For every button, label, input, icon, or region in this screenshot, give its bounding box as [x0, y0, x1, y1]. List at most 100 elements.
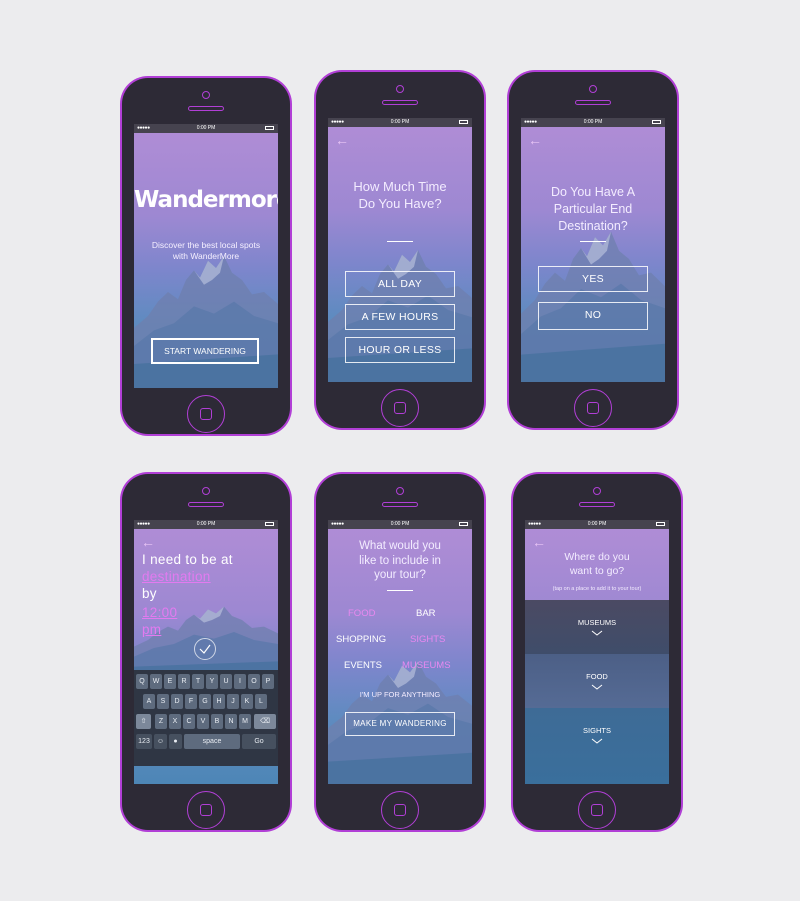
divider [387, 241, 413, 242]
home-button[interactable] [381, 791, 419, 829]
key-num[interactable]: 123 [136, 734, 152, 749]
confirm-check-icon[interactable] [194, 638, 216, 660]
time-field[interactable]: 12:00 pm [142, 604, 200, 638]
key-c[interactable]: C [183, 714, 195, 729]
home-button[interactable] [574, 389, 612, 427]
key-x[interactable]: X [169, 714, 181, 729]
tag-events[interactable]: EVENTS [344, 660, 382, 671]
destination-field[interactable]: destination [142, 569, 211, 584]
key-e[interactable]: E [164, 674, 176, 689]
key-t[interactable]: T [192, 674, 204, 689]
key-m[interactable]: M [239, 714, 251, 729]
place-food[interactable]: FOOD [525, 654, 669, 708]
microphone-key-icon[interactable]: ● [169, 734, 182, 749]
speaker [188, 502, 224, 507]
key-z[interactable]: Z [155, 714, 167, 729]
camera [396, 487, 404, 495]
delete-key-icon[interactable]: ⌫ [254, 714, 276, 729]
key-space[interactable]: space [184, 734, 240, 749]
camera [202, 91, 210, 99]
key-h[interactable]: H [213, 694, 225, 709]
key-go[interactable]: Go [242, 734, 276, 749]
phone-time: ●●●●● 0:00 PM ← How Much Time Do You Have… [316, 72, 484, 428]
tag-sights[interactable]: SIGHTS [410, 634, 445, 645]
key-f[interactable]: F [185, 694, 197, 709]
mountain-background [134, 256, 278, 388]
place-museums[interactable]: MUSEUMS [525, 600, 669, 654]
key-b[interactable]: B [211, 714, 223, 729]
key-j[interactable]: J [227, 694, 239, 709]
phone-destination: ●●●●● 0:00 PM ← Do You Have A Particular … [509, 72, 677, 428]
option-hour-or-less[interactable]: HOUR OR LESS [345, 337, 455, 363]
key-i[interactable]: I [234, 674, 246, 689]
start-wandering-button[interactable]: START WANDERING [151, 338, 259, 364]
key-g[interactable]: G [199, 694, 211, 709]
key-l[interactable]: L [255, 694, 267, 709]
question-title: How Much Time Do You Have? [353, 179, 447, 211]
phone-welcome: ●●●●● 0:00 PM Wandermore Discover the bes… [122, 78, 290, 434]
key-w[interactable]: W [150, 674, 162, 689]
option-few-hours[interactable]: A FEW HOURS [345, 304, 455, 330]
phone-places: ●●●●● 0:00 PM ← Where do you want to go? … [513, 474, 681, 830]
key-q[interactable]: Q [136, 674, 148, 689]
back-arrow-icon[interactable]: ← [532, 535, 546, 549]
shift-key-icon[interactable]: ⇧ [136, 714, 151, 729]
question-title: Do You Have A Particular End Destination… [550, 185, 636, 233]
status-bar: ●●●●● 0:00 PM [134, 520, 278, 529]
tagline: Discover the best local spots with Wande… [151, 240, 261, 261]
status-bar: ●●●●● 0:00 PM [521, 118, 665, 127]
back-arrow-icon[interactable]: ← [528, 133, 542, 147]
option-no[interactable]: NO [538, 302, 648, 330]
key-s[interactable]: S [157, 694, 169, 709]
key-a[interactable]: A [143, 694, 155, 709]
app-logo: Wandermore [134, 187, 278, 213]
tag-shopping[interactable]: SHOPPING [336, 634, 386, 645]
question-title: Where do you want to go? [564, 551, 630, 577]
key-y[interactable]: Y [206, 674, 218, 689]
key-n[interactable]: N [225, 714, 237, 729]
camera [396, 85, 404, 93]
back-arrow-icon[interactable]: ← [335, 133, 349, 147]
speaker [382, 100, 418, 105]
mountain-background [521, 231, 665, 382]
key-p[interactable]: P [262, 674, 274, 689]
tag-food[interactable]: FOOD [348, 608, 375, 619]
key-v[interactable]: V [197, 714, 209, 729]
status-time: 0:00 PM [196, 125, 216, 131]
chevron-down-icon [591, 630, 603, 636]
home-button[interactable] [578, 791, 616, 829]
divider [580, 241, 606, 242]
welcome-screen: ●●●●● 0:00 PM Wandermore Discover the bes… [134, 124, 278, 388]
home-button[interactable] [187, 791, 225, 829]
status-time: 0:00 PM [390, 521, 410, 527]
home-button[interactable] [187, 395, 225, 433]
status-time: 0:00 PM [196, 521, 216, 527]
option-all-day[interactable]: ALL DAY [345, 271, 455, 297]
key-u[interactable]: U [220, 674, 232, 689]
status-time: 0:00 PM [390, 119, 410, 125]
home-button[interactable] [381, 389, 419, 427]
place-label: FOOD [586, 672, 608, 681]
time-screen: ●●●●● 0:00 PM ← How Much Time Do You Have… [328, 118, 472, 382]
key-k[interactable]: K [241, 694, 253, 709]
key-d[interactable]: D [171, 694, 183, 709]
arrival-by: by [142, 586, 157, 601]
key-r[interactable]: R [178, 674, 190, 689]
destination-screen: ●●●●● 0:00 PM ← Do You Have A Particular … [521, 118, 665, 382]
places-screen: ●●●●● 0:00 PM ← Where do you want to go? … [525, 520, 669, 784]
speaker [188, 106, 224, 111]
back-arrow-icon[interactable]: ← [141, 535, 155, 549]
place-sights[interactable]: SIGHTS [525, 708, 669, 784]
make-my-wandering-button[interactable]: MAKE MY WANDERING [345, 712, 455, 736]
include-screen: ●●●●● 0:00 PM What would you like to incl… [328, 520, 472, 784]
status-bar: ●●●●● 0:00 PM [328, 520, 472, 529]
tag-bar[interactable]: BAR [416, 608, 436, 619]
tag-museums[interactable]: MUSEUMS [402, 660, 451, 671]
place-label: SIGHTS [583, 726, 611, 735]
status-time: 0:00 PM [583, 119, 603, 125]
camera [593, 487, 601, 495]
key-o[interactable]: O [248, 674, 260, 689]
emoji-key-icon[interactable]: ☺ [154, 734, 167, 749]
up-for-anything-link[interactable]: I'M UP FOR ANYTHING [328, 690, 472, 699]
option-yes[interactable]: YES [538, 266, 648, 292]
